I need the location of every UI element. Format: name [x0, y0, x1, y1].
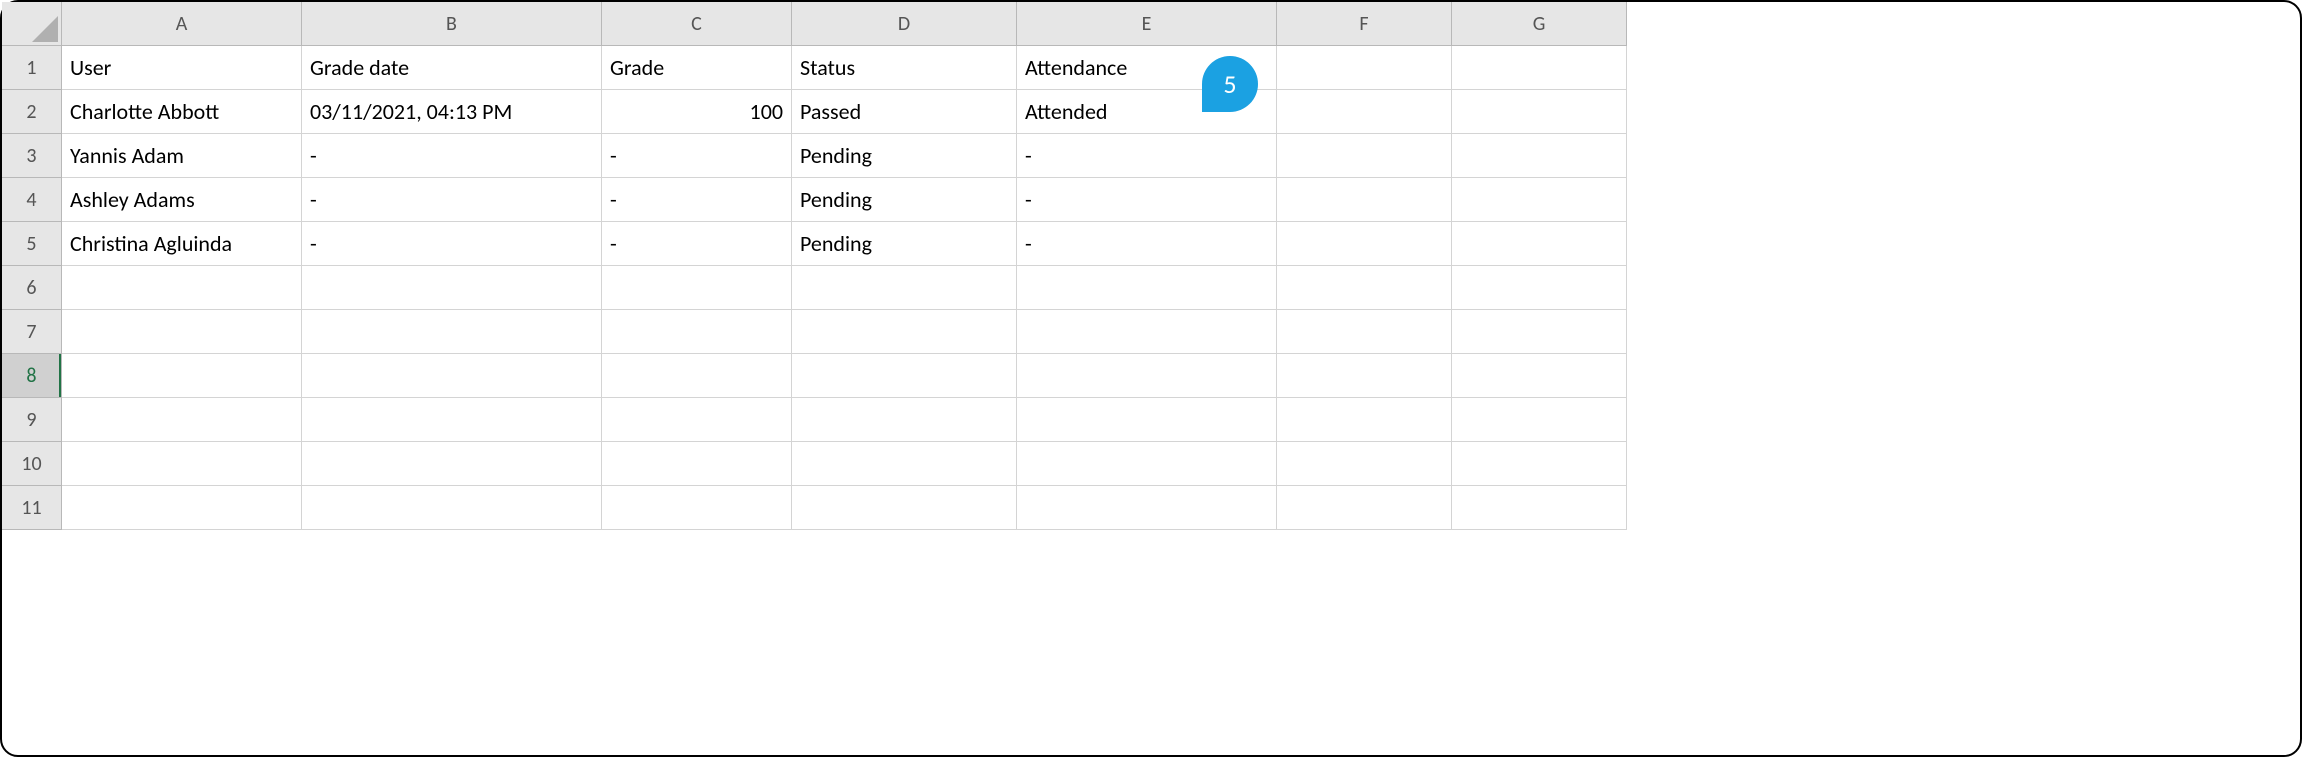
- cell-A2[interactable]: Charlotte Abbott: [62, 90, 302, 134]
- cell-G7[interactable]: [1452, 310, 1627, 354]
- cell-D4[interactable]: Pending: [792, 178, 1017, 222]
- cell-B6[interactable]: [302, 266, 602, 310]
- cell-A8[interactable]: [62, 354, 302, 398]
- cell-C11[interactable]: [602, 486, 792, 530]
- cell-E7[interactable]: [1017, 310, 1277, 354]
- cell-F8[interactable]: [1277, 354, 1452, 398]
- cell-F1[interactable]: [1277, 46, 1452, 90]
- cell-F4[interactable]: [1277, 178, 1452, 222]
- cell-A9[interactable]: [62, 398, 302, 442]
- cell-F2[interactable]: [1277, 90, 1452, 134]
- cell-B5[interactable]: -: [302, 222, 602, 266]
- cell-C5[interactable]: -: [602, 222, 792, 266]
- cell-F3[interactable]: [1277, 134, 1452, 178]
- cell-B10[interactable]: [302, 442, 602, 486]
- col-header-A[interactable]: A: [62, 2, 302, 46]
- cell-B9[interactable]: [302, 398, 602, 442]
- cell-C10[interactable]: [602, 442, 792, 486]
- row-header-7[interactable]: 7: [2, 310, 62, 354]
- cell-F10[interactable]: [1277, 442, 1452, 486]
- col-header-F[interactable]: F: [1277, 2, 1452, 46]
- row-header-8[interactable]: 8: [2, 354, 62, 398]
- cell-A3[interactable]: Yannis Adam: [62, 134, 302, 178]
- col-header-E[interactable]: E: [1017, 2, 1277, 46]
- cell-G2[interactable]: [1452, 90, 1627, 134]
- row-header-5[interactable]: 5: [2, 222, 62, 266]
- cell-C8[interactable]: [602, 354, 792, 398]
- cell-G10[interactable]: [1452, 442, 1627, 486]
- cell-E9[interactable]: [1017, 398, 1277, 442]
- spreadsheet-grid: A B C D E F G 1 User Grade date Grade St…: [2, 2, 2300, 530]
- cell-G6[interactable]: [1452, 266, 1627, 310]
- cell-C1[interactable]: Grade: [602, 46, 792, 90]
- cell-G11[interactable]: [1452, 486, 1627, 530]
- annotation-callout: 5: [1202, 56, 1258, 112]
- cell-E8[interactable]: [1017, 354, 1277, 398]
- cell-B1[interactable]: Grade date: [302, 46, 602, 90]
- col-header-B[interactable]: B: [302, 2, 602, 46]
- row-header-4[interactable]: 4: [2, 178, 62, 222]
- cell-B7[interactable]: [302, 310, 602, 354]
- cell-F9[interactable]: [1277, 398, 1452, 442]
- cell-E3[interactable]: -: [1017, 134, 1277, 178]
- cell-D3[interactable]: Pending: [792, 134, 1017, 178]
- cell-D11[interactable]: [792, 486, 1017, 530]
- cell-E11[interactable]: [1017, 486, 1277, 530]
- cell-B4[interactable]: -: [302, 178, 602, 222]
- row-header-10[interactable]: 10: [2, 442, 62, 486]
- cell-F6[interactable]: [1277, 266, 1452, 310]
- cell-C7[interactable]: [602, 310, 792, 354]
- cell-A10[interactable]: [62, 442, 302, 486]
- cell-F7[interactable]: [1277, 310, 1452, 354]
- select-all-corner[interactable]: [2, 2, 62, 46]
- cell-C9[interactable]: [602, 398, 792, 442]
- row-header-9[interactable]: 9: [2, 398, 62, 442]
- cell-A6[interactable]: [62, 266, 302, 310]
- cell-D6[interactable]: [792, 266, 1017, 310]
- cell-A4[interactable]: Ashley Adams: [62, 178, 302, 222]
- cell-A11[interactable]: [62, 486, 302, 530]
- cell-E6[interactable]: [1017, 266, 1277, 310]
- cell-G3[interactable]: [1452, 134, 1627, 178]
- cell-C2[interactable]: 100: [602, 90, 792, 134]
- cell-D5[interactable]: Pending: [792, 222, 1017, 266]
- cell-D8[interactable]: [792, 354, 1017, 398]
- cell-D2[interactable]: Passed: [792, 90, 1017, 134]
- cell-F5[interactable]: [1277, 222, 1452, 266]
- cell-F11[interactable]: [1277, 486, 1452, 530]
- row-header-2[interactable]: 2: [2, 90, 62, 134]
- col-header-D[interactable]: D: [792, 2, 1017, 46]
- cell-E5[interactable]: -: [1017, 222, 1277, 266]
- cell-B2[interactable]: 03/11/2021, 04:13 PM: [302, 90, 602, 134]
- cell-A7[interactable]: [62, 310, 302, 354]
- cell-E4[interactable]: -: [1017, 178, 1277, 222]
- col-header-G[interactable]: G: [1452, 2, 1627, 46]
- row-header-6[interactable]: 6: [2, 266, 62, 310]
- callout-bubble-icon: 5: [1202, 56, 1258, 112]
- cell-C6[interactable]: [602, 266, 792, 310]
- cell-D9[interactable]: [792, 398, 1017, 442]
- cell-A1[interactable]: User: [62, 46, 302, 90]
- callout-label: 5: [1223, 68, 1236, 100]
- cell-B3[interactable]: -: [302, 134, 602, 178]
- col-header-C[interactable]: C: [602, 2, 792, 46]
- cell-G4[interactable]: [1452, 178, 1627, 222]
- cell-G5[interactable]: [1452, 222, 1627, 266]
- row-header-3[interactable]: 3: [2, 134, 62, 178]
- cell-B11[interactable]: [302, 486, 602, 530]
- cell-C3[interactable]: -: [602, 134, 792, 178]
- cell-G1[interactable]: [1452, 46, 1627, 90]
- cell-D7[interactable]: [792, 310, 1017, 354]
- cell-D1[interactable]: Status: [792, 46, 1017, 90]
- cell-D10[interactable]: [792, 442, 1017, 486]
- cell-C4[interactable]: -: [602, 178, 792, 222]
- cell-G9[interactable]: [1452, 398, 1627, 442]
- row-header-1[interactable]: 1: [2, 46, 62, 90]
- row-header-11[interactable]: 11: [2, 486, 62, 530]
- cell-G8[interactable]: [1452, 354, 1627, 398]
- cell-B8[interactable]: [302, 354, 602, 398]
- cell-E10[interactable]: [1017, 442, 1277, 486]
- cell-A5[interactable]: Christina Agluinda: [62, 222, 302, 266]
